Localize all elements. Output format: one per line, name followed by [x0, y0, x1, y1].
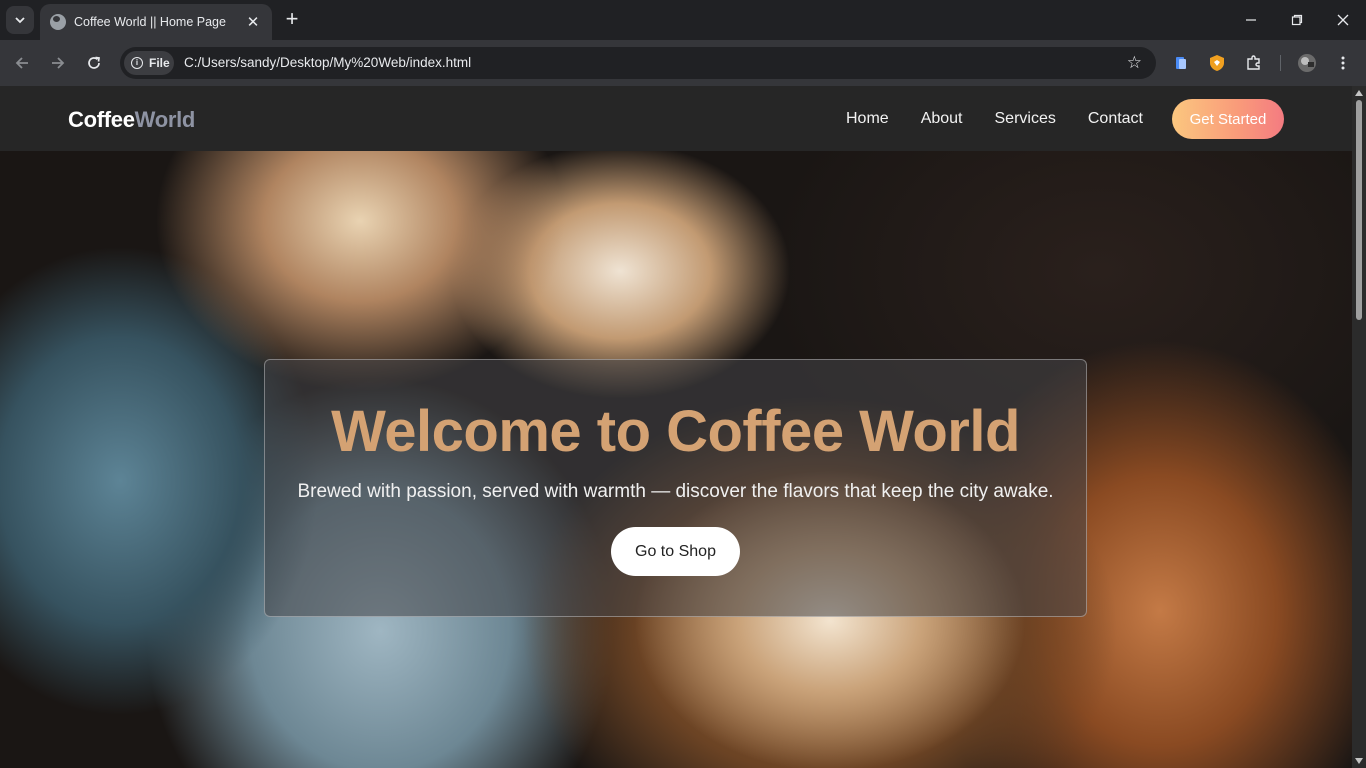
shield-icon: [1210, 55, 1224, 71]
scroll-down-arrow-icon[interactable]: [1355, 758, 1363, 764]
tab-title: Coffee World || Home Page: [74, 15, 226, 29]
document-icon: [1176, 57, 1186, 69]
browser-toolbar: i File C:/Users/sandy/Desktop/My%20Web/i…: [0, 40, 1366, 86]
page-scrollbar[interactable]: [1352, 86, 1366, 768]
arrow-right-icon: [52, 57, 65, 69]
nav-contact[interactable]: Contact: [1088, 110, 1143, 128]
get-started-button[interactable]: Get Started: [1172, 99, 1284, 139]
logo-text-world: World: [134, 107, 196, 132]
more-vertical-icon: [1341, 56, 1345, 70]
arrow-left-icon: [15, 57, 28, 69]
back-button[interactable]: [9, 50, 35, 76]
restore-icon: [1291, 14, 1303, 26]
address-bar[interactable]: i File C:/Users/sandy/Desktop/My%20Web/i…: [120, 47, 1156, 79]
reload-button[interactable]: [81, 50, 107, 76]
hero-title: Welcome to Coffee World: [331, 399, 1020, 464]
new-tab-button[interactable]: +: [280, 8, 304, 32]
nav-home[interactable]: Home: [846, 110, 889, 128]
avatar-icon: [1298, 54, 1316, 72]
url-text[interactable]: C:/Users/sandy/Desktop/My%20Web/index.ht…: [184, 55, 471, 70]
logo-text-coffee: Coffee: [68, 107, 135, 132]
forward-button[interactable]: [45, 50, 71, 76]
tab-close-icon[interactable]: ✕: [244, 13, 262, 31]
profile-avatar[interactable]: [1296, 52, 1318, 74]
globe-icon: [50, 14, 66, 30]
close-window-button[interactable]: [1320, 0, 1366, 40]
page-viewport: CoffeeWorld Home About Services Contact …: [0, 86, 1352, 768]
bookmark-star-icon[interactable]: ☆: [1127, 53, 1142, 73]
restore-button[interactable]: [1274, 0, 1320, 40]
chevron-down-icon: [15, 17, 25, 24]
scrollbar-thumb[interactable]: [1356, 100, 1362, 320]
tab-search-button[interactable]: [6, 6, 34, 34]
site-header: CoffeeWorld Home About Services Contact …: [0, 86, 1352, 151]
close-icon: [1337, 14, 1349, 26]
browser-menu-button[interactable]: [1332, 52, 1354, 74]
site-info-chip[interactable]: i File: [124, 51, 174, 75]
minimize-icon: [1246, 19, 1256, 21]
toolbar-divider: [1280, 55, 1281, 71]
extension-shield-icon[interactable]: [1206, 52, 1228, 74]
active-tab[interactable]: Coffee World || Home Page ✕: [40, 4, 272, 40]
minimize-button[interactable]: [1228, 0, 1274, 40]
hero-subtitle: Brewed with passion, served with warmth …: [297, 481, 1054, 502]
tab-strip: Coffee World || Home Page ✕ +: [0, 0, 1366, 40]
nav-about[interactable]: About: [921, 110, 963, 128]
go-to-shop-button[interactable]: Go to Shop: [611, 527, 740, 576]
main-nav: Home About Services Contact: [846, 110, 1143, 128]
puzzle-icon: [1247, 55, 1260, 70]
extensions-button[interactable]: [1243, 52, 1265, 74]
reload-icon: [88, 56, 100, 69]
nav-services[interactable]: Services: [995, 110, 1056, 128]
site-logo[interactable]: CoffeeWorld: [68, 107, 195, 133]
info-icon: i: [131, 57, 143, 69]
hero-card: Welcome to Coffee World Brewed with pass…: [264, 359, 1087, 617]
site-info-label: File: [149, 56, 170, 70]
scroll-up-arrow-icon[interactable]: [1355, 90, 1363, 96]
extension-file-icon[interactable]: [1170, 52, 1192, 74]
hero-section: Welcome to Coffee World Brewed with pass…: [0, 151, 1352, 768]
